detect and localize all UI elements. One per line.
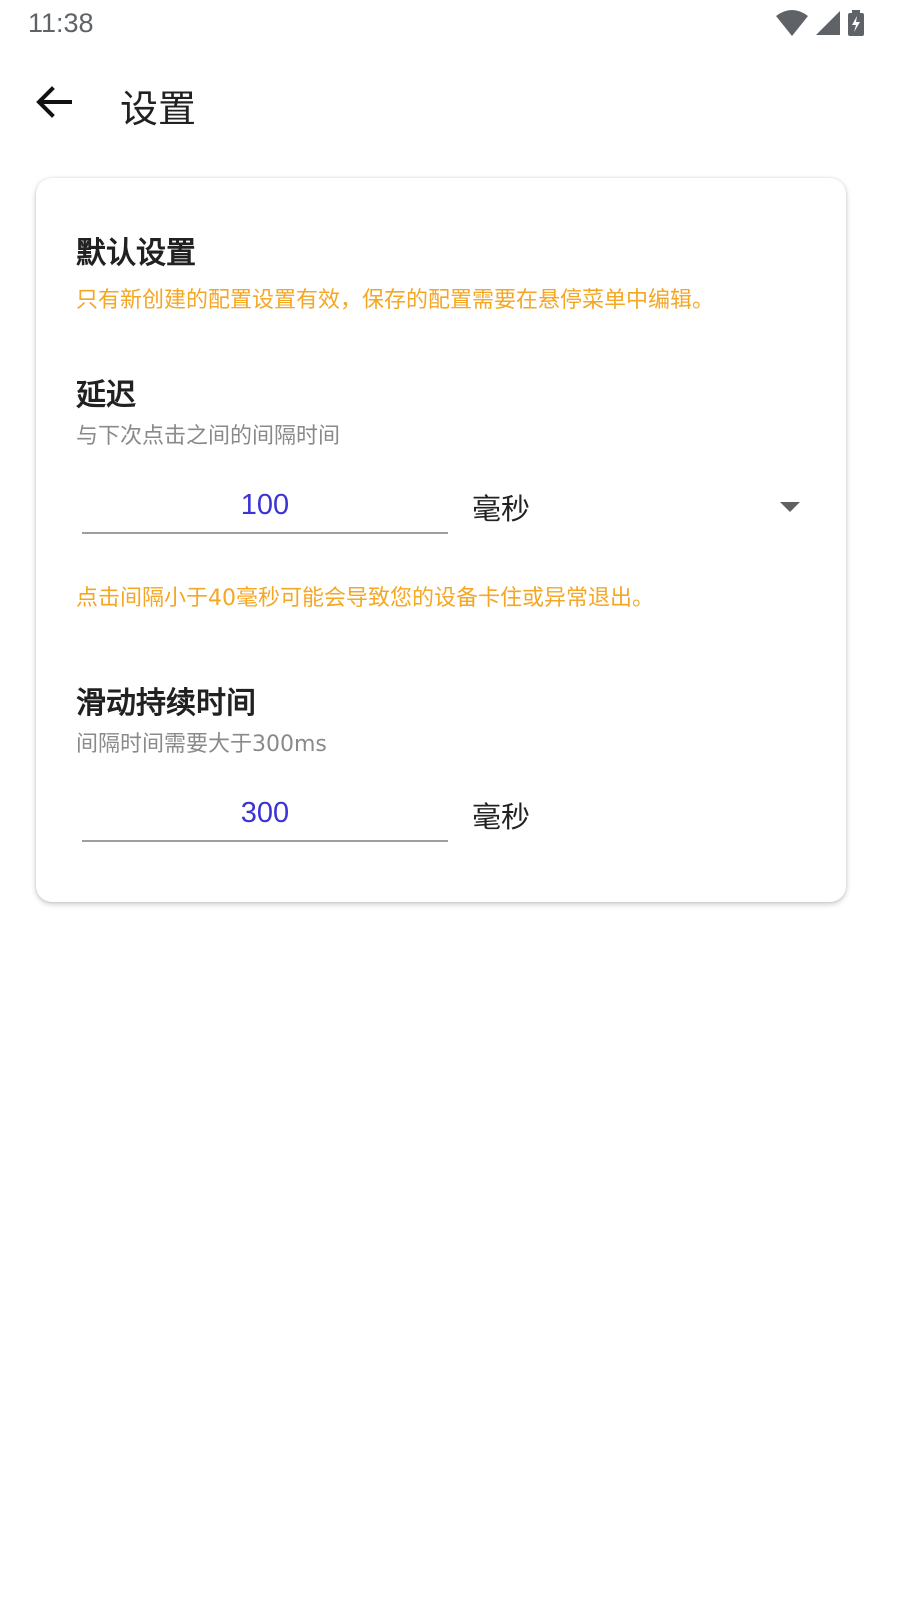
- swipe-duration-subtitle: 间隔时间需要大于300ms: [76, 732, 327, 757]
- delay-warning: 点击间隔小于40毫秒可能会导致您的设备卡住或异常退出。: [76, 586, 654, 611]
- battery-charging-icon: [848, 10, 864, 40]
- swipe-duration-value: 300: [240, 797, 290, 829]
- settings-card: 默认设置 只有新创建的配置设置有效，保存的配置需要在悬停菜单中编辑。 延迟 与下…: [36, 178, 846, 902]
- cell-signal-icon: [816, 11, 840, 39]
- page-title: 设置: [120, 87, 197, 131]
- delay-subtitle: 与下次点击之间的间隔时间: [76, 424, 341, 449]
- default-settings-note: 只有新创建的配置设置有效，保存的配置需要在悬停菜单中编辑。: [76, 288, 715, 313]
- dropdown-arrow-icon[interactable]: [778, 500, 802, 514]
- delay-unit-select[interactable]: 毫秒: [472, 486, 530, 528]
- default-settings-title: 默认设置: [76, 236, 196, 271]
- status-bar: 11:38: [0, 0, 900, 48]
- wifi-icon: [776, 10, 808, 40]
- status-icons: [776, 10, 864, 40]
- swipe-duration-input[interactable]: 300: [82, 790, 448, 842]
- back-button[interactable]: [26, 76, 82, 132]
- swipe-duration-title: 滑动持续时间: [76, 686, 256, 721]
- status-time: 11:38: [28, 8, 94, 38]
- delay-title: 延迟: [76, 378, 136, 413]
- app-bar: 设置: [0, 56, 900, 152]
- delay-value: 100: [240, 489, 290, 521]
- delay-input[interactable]: 100: [82, 482, 448, 534]
- arrow-back-icon: [36, 86, 72, 122]
- swipe-duration-unit: 毫秒: [472, 800, 531, 834]
